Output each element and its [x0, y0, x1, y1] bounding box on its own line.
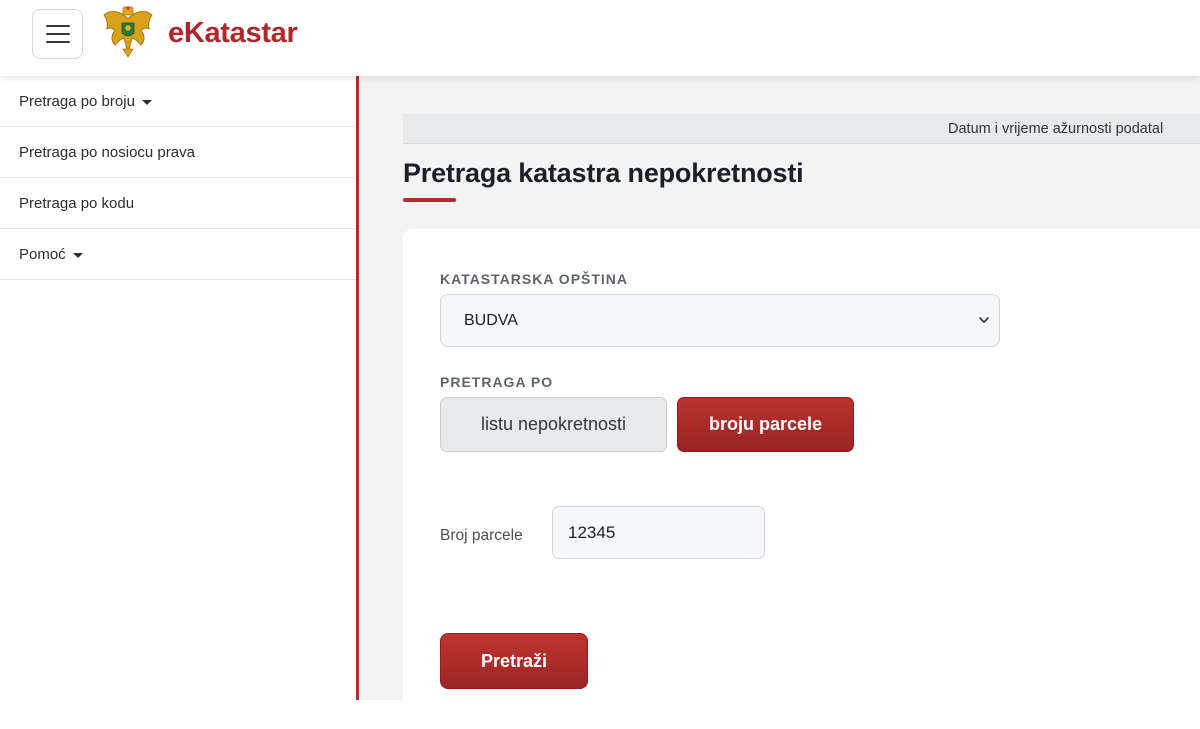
municipality-select[interactable]: BUDVA — [440, 294, 1000, 347]
sidebar-item-label: Pretraga po kodu — [19, 194, 135, 212]
sidebar-item-pretraga-po-broju[interactable]: Pretraga po broju — [0, 76, 356, 127]
title-underline — [403, 198, 456, 202]
app-header: eKatastar — [0, 0, 1200, 76]
search-submit-button[interactable]: Pretraži — [440, 633, 588, 689]
sidebar-item-pretraga-po-nosiocu-prava[interactable]: Pretraga po nosiocu prava — [0, 127, 356, 178]
hamburger-icon — [46, 25, 70, 27]
main-content: Datum i vrijeme ažurnosti podatal Pretra… — [359, 76, 1200, 729]
sidebar-item-label: Pretraga po nosiocu prava — [19, 143, 195, 161]
sidebar-item-label: Pretraga po broju — [19, 92, 135, 110]
coat-of-arms-logo — [103, 6, 153, 58]
hamburger-icon-bar — [46, 33, 70, 35]
hamburger-menu-button[interactable] — [32, 9, 83, 59]
caret-down-icon — [72, 252, 83, 258]
search-by-label: PRETRAGA PO — [440, 374, 554, 390]
page-title: Pretraga katastra nepokretnosti — [403, 158, 804, 188]
update-timestamp-bar: Datum i vrijeme ažurnosti podatal — [403, 114, 1200, 144]
toggle-listu-nepokretnosti[interactable]: listu nepokretnosti — [440, 397, 667, 452]
search-form-card: KATASTARSKA OPŠTINA BUDVA PRETRAGA PO li… — [403, 229, 1200, 729]
brand-name[interactable]: eKatastar — [168, 17, 298, 50]
parcel-number-input[interactable]: 12345 — [552, 506, 765, 559]
chevron-down-icon — [979, 317, 989, 323]
sidebar-item-pretraga-po-kodu[interactable]: Pretraga po kodu — [0, 178, 356, 229]
municipality-label: KATASTARSKA OPŠTINA — [440, 271, 629, 287]
sidebar-item-pomoc[interactable]: Pomoć — [0, 229, 356, 280]
sidebar-item-label: Pomoć — [19, 245, 66, 263]
parcel-number-label: Broj parcele — [440, 527, 523, 544]
municipality-selected-value: BUDVA — [464, 311, 518, 329]
sidebar: Pretraga po broju Pretraga po nosiocu pr… — [0, 76, 356, 700]
toggle-broju-parcele[interactable]: broju parcele — [677, 397, 854, 452]
caret-down-icon — [141, 99, 152, 105]
hamburger-icon-bar — [46, 41, 70, 43]
